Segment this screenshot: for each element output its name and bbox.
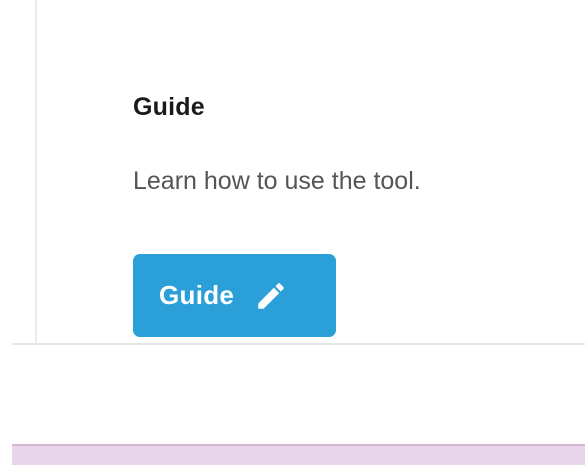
- card-description: Learn how to use the tool.: [133, 167, 421, 195]
- guide-card: Guide Learn how to use the tool. Guide: [0, 0, 585, 344]
- footer-strip: [12, 444, 585, 465]
- page: Guide Learn how to use the tool. Guide: [0, 0, 585, 465]
- card-bottom-divider: [12, 343, 585, 345]
- card-content: Guide Learn how to use the tool.: [133, 92, 573, 196]
- card-divider-left: [35, 0, 37, 344]
- card-title: Guide: [133, 93, 205, 121]
- pencil-icon: [254, 279, 288, 313]
- guide-button[interactable]: Guide: [133, 254, 336, 337]
- guide-button-label: Guide: [159, 280, 235, 310]
